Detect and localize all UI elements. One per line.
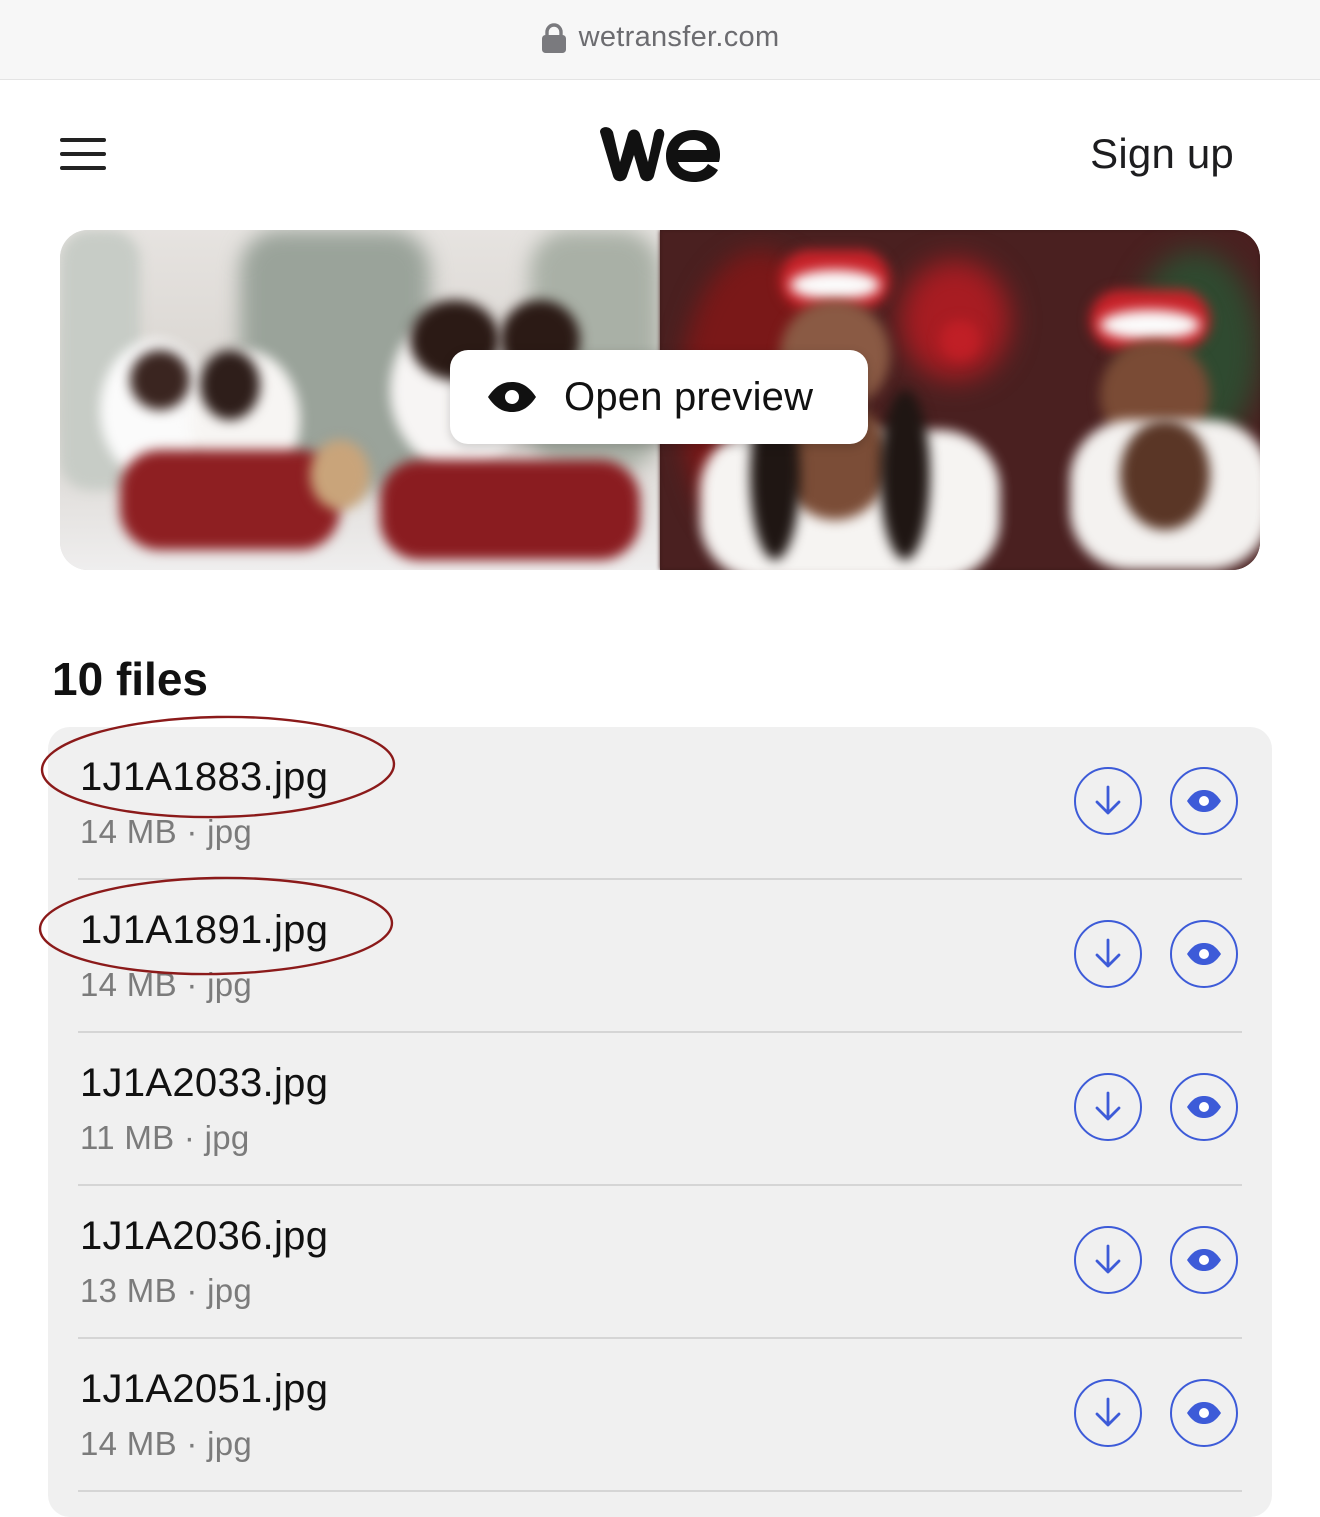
file-list: 1J1A1883.jpg 14 MB · jpg 1J1A1891.jpg 14… — [48, 727, 1272, 1517]
sign-up-link[interactable]: Sign up — [1090, 130, 1234, 178]
file-row[interactable]: 1J1A2036.jpg 13 MB · jpg — [78, 1186, 1242, 1339]
eye-icon — [1187, 790, 1221, 812]
url-text: wetransfer.com — [578, 21, 780, 53]
eye-icon — [1187, 1096, 1221, 1118]
eye-icon — [1187, 943, 1221, 965]
file-row[interactable]: 1J1A2051.jpg 14 MB · jpg — [78, 1339, 1242, 1492]
download-button[interactable] — [1074, 1073, 1142, 1141]
file-name: 1J1A2051.jpg — [80, 1367, 329, 1411]
download-arrow-icon — [1095, 938, 1121, 968]
site-header: Sign up — [0, 80, 1320, 230]
file-row[interactable]: 1J1A2033.jpg 11 MB · jpg — [78, 1033, 1242, 1186]
file-name: 1J1A2036.jpg — [80, 1214, 329, 1258]
file-row[interactable]: 1J1A1883.jpg 14 MB · jpg — [78, 727, 1242, 880]
preview-file-button[interactable] — [1170, 920, 1238, 988]
preview-file-button[interactable] — [1170, 1073, 1238, 1141]
file-row[interactable]: 1J1A1891.jpg 14 MB · jpg — [78, 880, 1242, 1033]
open-preview-button[interactable]: Open preview — [450, 350, 868, 444]
download-button[interactable] — [1074, 920, 1142, 988]
eye-icon — [1187, 1249, 1221, 1271]
file-name: 1J1A2033.jpg — [80, 1061, 329, 1105]
download-arrow-icon — [1095, 1397, 1121, 1427]
download-arrow-icon — [1095, 1244, 1121, 1274]
eye-icon — [488, 382, 536, 412]
file-meta: 13 MB · jpg — [80, 1272, 253, 1309]
preview-banner[interactable]: Open preview — [60, 230, 1260, 570]
file-name: 1J1A1891.jpg — [80, 908, 329, 952]
download-button[interactable] — [1074, 1226, 1142, 1294]
download-arrow-icon — [1095, 785, 1121, 815]
wetransfer-logo[interactable] — [598, 122, 722, 186]
hamburger-menu-icon[interactable] — [60, 136, 108, 172]
url-display[interactable]: wetransfer.com — [541, 21, 780, 54]
preview-file-button[interactable] — [1170, 1379, 1238, 1447]
download-button[interactable] — [1074, 767, 1142, 835]
file-meta: 14 MB · jpg — [80, 813, 253, 850]
download-button[interactable] — [1074, 1379, 1142, 1447]
browser-url-bar[interactable]: wetransfer.com — [0, 0, 1320, 80]
file-meta: 14 MB · jpg — [80, 966, 253, 1003]
lock-icon — [541, 22, 566, 53]
download-arrow-icon — [1095, 1091, 1121, 1121]
files-count-heading: 10 files — [52, 653, 208, 705]
row-divider — [78, 1490, 1242, 1492]
file-name: 1J1A1883.jpg — [80, 755, 329, 799]
eye-icon — [1187, 1402, 1221, 1424]
file-meta: 11 MB · jpg — [80, 1119, 250, 1156]
preview-file-button[interactable] — [1170, 767, 1238, 835]
file-meta: 14 MB · jpg — [80, 1425, 253, 1462]
preview-file-button[interactable] — [1170, 1226, 1238, 1294]
open-preview-label: Open preview — [564, 374, 814, 419]
